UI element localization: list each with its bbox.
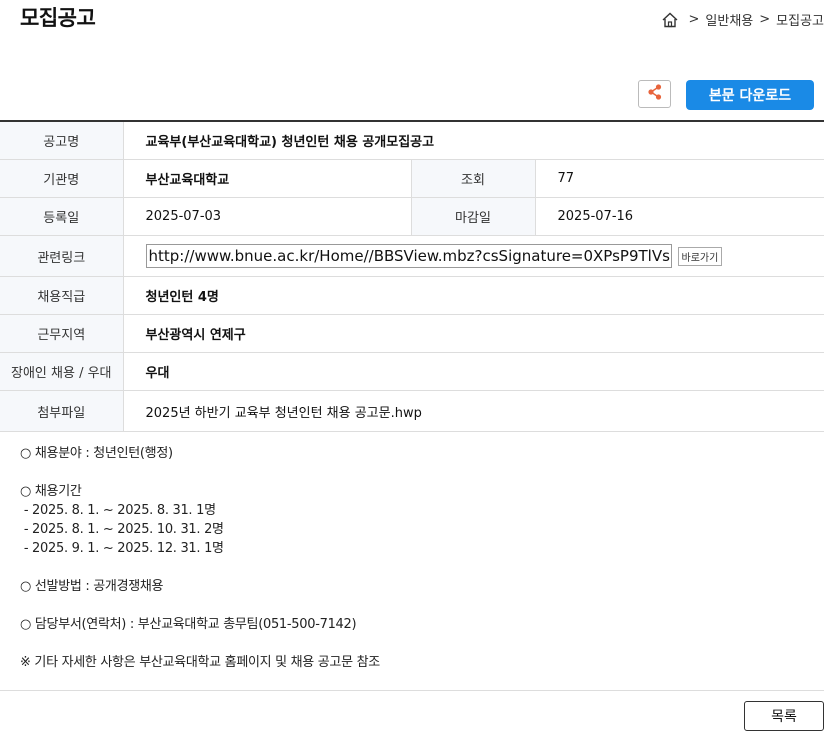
disabled-label: 장애인 채용 / 우대 — [0, 352, 124, 391]
content-period-2: - 2025. 8. 1. ~ 2025. 10. 31. 2명 — [20, 522, 224, 537]
page-title: 모집공고 — [20, 6, 96, 30]
breadcrumb-separator: > — [688, 12, 700, 27]
content-contact: ○ 담당부서(연락처) : 부산교육대학교 총무팀(051-500-7142) — [20, 617, 357, 632]
share-icon — [646, 83, 664, 105]
table-row: 공고명 교육부(부산교육대학교) 청년인턴 채용 공개모집공고 — [0, 121, 824, 160]
deadline-label: 마감일 — [411, 197, 536, 236]
link-cell: http://www.bnue.ac.kr/Home//BBSView.mbz?… — [123, 235, 824, 277]
go-link-button[interactable]: 바로가기 — [677, 246, 723, 266]
views-value: 77 — [535, 159, 824, 198]
reg-date-label: 등록일 — [0, 197, 124, 236]
link-wrap: http://www.bnue.ac.kr/Home//BBSView.mbz?… — [145, 244, 824, 268]
position-value: 청년인턴 4명 — [123, 276, 824, 315]
download-button[interactable]: 본문 다운로드 — [686, 80, 814, 110]
notice-body: ○ 채용분야 : 청년인턴(행정) ○ 채용기간 - 2025. 8. 1. ~… — [20, 444, 380, 672]
list-button[interactable]: 목록 — [744, 701, 824, 731]
attachment-link[interactable]: 2025년 하반기 교육부 청년인턴 채용 공고문.hwp — [123, 390, 824, 432]
info-table: 공고명 교육부(부산교육대학교) 청년인턴 채용 공개모집공고 기관명 부산교육… — [0, 120, 824, 432]
reg-date-value: 2025-07-03 — [123, 197, 412, 236]
disabled-value: 우대 — [123, 352, 824, 391]
share-button[interactable] — [638, 80, 671, 108]
content-period-title: ○ 채용기간 — [20, 484, 82, 499]
breadcrumb-separator: > — [759, 12, 771, 27]
title-label: 공고명 — [0, 121, 124, 160]
divider — [0, 690, 824, 691]
content-note: ※ 기타 자세한 사항은 부산교육대학교 홈페이지 및 채용 공고문 참조 — [20, 655, 380, 670]
region-value: 부산광역시 연제구 — [123, 314, 824, 353]
org-label: 기관명 — [0, 159, 124, 198]
table-row: 채용직급 청년인턴 4명 — [0, 276, 824, 315]
table-row: 관련링크 http://www.bnue.ac.kr/Home//BBSView… — [0, 235, 824, 277]
attachment-label: 첨부파일 — [0, 390, 124, 432]
table-row: 등록일 2025-07-03 마감일 2025-07-16 — [0, 197, 824, 236]
link-label: 관련링크 — [0, 235, 124, 277]
breadcrumb-item-recruitment[interactable]: 일반채용 — [705, 10, 753, 29]
content-field: ○ 채용분야 : 청년인턴(행정) — [20, 446, 173, 461]
table-row: 장애인 채용 / 우대 우대 — [0, 352, 824, 391]
related-link-field[interactable]: http://www.bnue.ac.kr/Home//BBSView.mbz?… — [145, 244, 672, 268]
views-label: 조회 — [411, 159, 536, 198]
home-icon[interactable] — [661, 11, 679, 29]
content-period-3: - 2025. 9. 1. ~ 2025. 12. 31. 1명 — [20, 541, 224, 556]
table-row: 첨부파일 2025년 하반기 교육부 청년인턴 채용 공고문.hwp — [0, 390, 824, 432]
breadcrumb: > 일반채용 > 모집공고 — [661, 10, 824, 29]
content-period-1: - 2025. 8. 1. ~ 2025. 8. 31. 1명 — [20, 503, 216, 518]
content-method: ○ 선발방법 : 공개경쟁채용 — [20, 579, 164, 594]
region-label: 근무지역 — [0, 314, 124, 353]
position-label: 채용직급 — [0, 276, 124, 315]
breadcrumb-item-notice[interactable]: 모집공고 — [776, 10, 824, 29]
title-value: 교육부(부산교육대학교) 청년인턴 채용 공개모집공고 — [123, 121, 824, 160]
deadline-value: 2025-07-16 — [535, 197, 824, 236]
table-row: 근무지역 부산광역시 연제구 — [0, 314, 824, 353]
org-value: 부산교육대학교 — [123, 159, 412, 198]
table-row: 기관명 부산교육대학교 조회 77 — [0, 159, 824, 198]
